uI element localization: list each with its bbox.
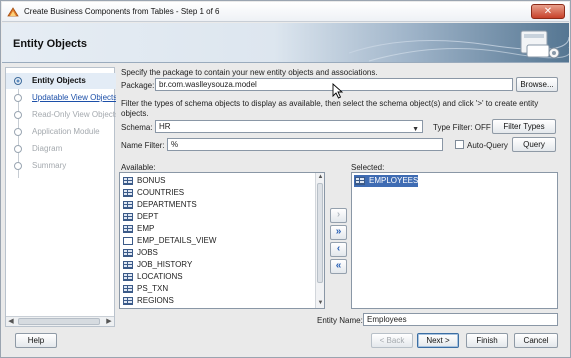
next-button[interactable]: Next > [417, 333, 459, 348]
move-all-left-button[interactable]: « [330, 259, 347, 274]
table-icon [123, 248, 133, 257]
scroll-thumb[interactable] [18, 318, 100, 325]
page-title: Entity Objects [13, 38, 87, 50]
step-pending-icon [14, 162, 22, 170]
query-button[interactable]: Query [512, 137, 556, 152]
nav-step-label: Read-Only View Objects [32, 110, 116, 119]
nav-step-label: Application Module [32, 127, 100, 136]
available-list-scrollbar[interactable]: ▲ ▼ [315, 173, 324, 308]
table-icon [123, 272, 133, 281]
help-button[interactable]: Help [15, 333, 57, 348]
list-item[interactable]: COUNTRIES [123, 187, 184, 199]
table-icon [355, 176, 365, 185]
mouse-pointer-icon [332, 83, 344, 99]
browse-button[interactable]: Browse... [516, 77, 558, 92]
list-item[interactable]: DEPT [123, 211, 158, 223]
available-list[interactable]: BONUS COUNTRIES DEPARTMENTS DEPT EMP EMP… [119, 172, 325, 309]
nav-step-summary: Summary [6, 158, 116, 174]
list-item[interactable]: EMP [123, 223, 154, 235]
list-item[interactable]: LOCATIONS [123, 271, 183, 283]
wizard-window: Create Business Components from Tables -… [0, 0, 571, 358]
view-icon [123, 236, 133, 245]
package-label: Package: [121, 81, 155, 90]
table-icon [123, 200, 133, 209]
scroll-right-icon[interactable]: ▶ [104, 317, 114, 326]
jdeveloper-app-icon [7, 7, 19, 17]
step-pending-icon [14, 128, 22, 136]
list-item[interactable]: DEPARTMENTS [123, 199, 197, 211]
nav-step-label: Entity Objects [32, 76, 86, 85]
window-title: Create Business Components from Tables -… [24, 7, 220, 16]
scroll-up-icon[interactable]: ▲ [316, 173, 324, 182]
wizard-step-nav: Entity Objects Updatable View Objects Re… [5, 67, 116, 327]
step-pending-icon [14, 94, 22, 102]
selected-label: Selected: [351, 163, 385, 172]
selected-list[interactable]: EMPLOYEES [351, 172, 558, 309]
cancel-button[interactable]: Cancel [514, 333, 558, 348]
scroll-down-icon[interactable]: ▼ [316, 299, 324, 308]
list-item[interactable]: EMPLOYEES [354, 175, 419, 187]
back-button[interactable]: < Back [371, 333, 413, 348]
list-item[interactable]: JOB_HISTORY [123, 259, 192, 271]
entity-name-label: Entity Name: [317, 316, 363, 325]
list-item[interactable]: EMP_DETAILS_VIEW [123, 235, 216, 247]
nav-step-read-only-view-objects: Read-Only View Objects [6, 107, 116, 123]
nav-step-label: Diagram [32, 144, 63, 153]
schema-select[interactable]: HR ▼ [155, 120, 423, 133]
page-header: Entity Objects [2, 23, 569, 63]
table-icon [123, 188, 133, 197]
type-filter-status: Type Filter: OFF [433, 123, 491, 132]
header-graphic-icon [349, 30, 569, 62]
step-active-icon [14, 77, 22, 85]
nav-step-application-module: Application Module [6, 124, 116, 140]
finish-button[interactable]: Finish [466, 333, 508, 348]
entity-name-input[interactable]: Employees [363, 313, 558, 326]
filter-instruction: Filter the types of schema objects to di… [121, 99, 539, 118]
nav-step-updatable-view-objects[interactable]: Updatable View Objects [6, 90, 116, 106]
auto-query-checkbox[interactable] [455, 140, 464, 149]
schema-value: HR [159, 122, 171, 131]
nav-step-entity-objects[interactable]: Entity Objects [6, 73, 116, 89]
nav-step-diagram: Diagram [6, 141, 116, 157]
title-bar: Create Business Components from Tables -… [2, 2, 569, 22]
move-right-button[interactable]: › [330, 208, 347, 223]
available-label: Available: [121, 163, 156, 172]
name-filter-label: Name Filter: [121, 141, 165, 150]
move-left-button[interactable]: ‹ [330, 242, 347, 257]
scroll-thumb[interactable] [317, 183, 323, 283]
table-icon [123, 260, 133, 269]
schema-label: Schema: [121, 123, 153, 132]
table-icon [123, 224, 133, 233]
package-instruction: Specify the package to contain your new … [121, 68, 378, 77]
list-item[interactable]: BONUS [123, 175, 165, 187]
nav-step-label: Summary [32, 161, 67, 170]
step-pending-icon [14, 145, 22, 153]
auto-query-label: Auto-Query [467, 141, 508, 150]
move-all-right-button[interactable]: » [330, 225, 347, 240]
nav-horizontal-scrollbar[interactable]: ◀ ▶ [6, 316, 114, 326]
filter-types-button[interactable]: Filter Types [492, 119, 556, 134]
table-icon [123, 296, 133, 305]
list-item[interactable]: REGIONS [123, 295, 174, 307]
step-pending-icon [14, 111, 22, 119]
table-icon [123, 284, 133, 293]
table-icon [123, 212, 133, 221]
list-item[interactable]: PS_TXN [123, 283, 168, 295]
nav-step-label: Updatable View Objects [32, 93, 116, 102]
list-item[interactable]: JOBS [123, 247, 158, 259]
chevron-down-icon: ▼ [412, 126, 419, 133]
close-button[interactable]: ✕ [531, 4, 565, 19]
table-icon [123, 176, 133, 185]
scroll-left-icon[interactable]: ◀ [6, 317, 16, 326]
name-filter-input[interactable]: % [167, 138, 443, 151]
